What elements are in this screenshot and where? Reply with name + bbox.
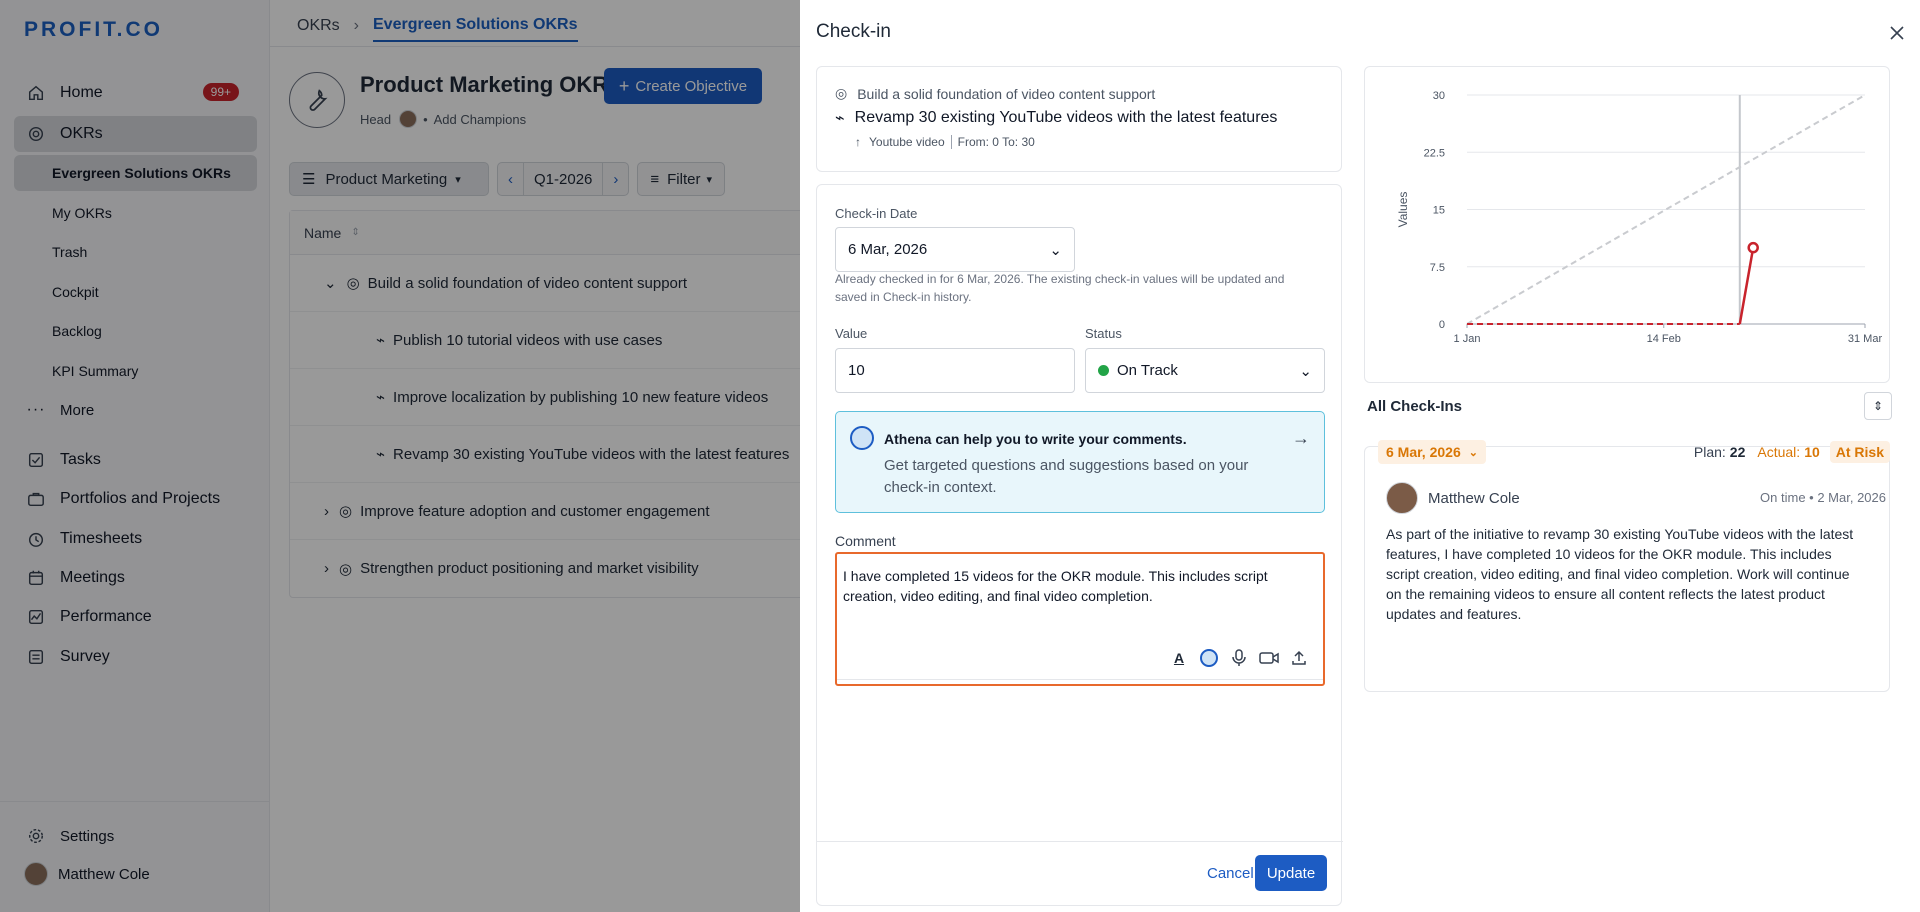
y-axis-label: Values	[1396, 192, 1410, 228]
comment-text: I have completed 15 videos for the OKR m…	[843, 568, 1268, 604]
checkin-date-select[interactable]: 6 Mar, 2026 ⌄	[835, 227, 1075, 272]
footer-divider	[817, 841, 1343, 842]
progress-chart-card: 30 22.5 15 7.5 0 1 Jan 14 Feb 31 Mar Values	[1364, 66, 1890, 383]
y-tick-label: 22.5	[1424, 147, 1445, 159]
objective-line: ◎ Build a solid foundation of video cont…	[835, 85, 1155, 102]
athena-suggestion[interactable]: Athena can help you to write your commen…	[835, 411, 1325, 513]
arrow-up-icon: ↑	[855, 135, 861, 149]
checkin-author-name: Matthew Cole	[1428, 489, 1520, 507]
checkin-hint: Already checked in for 6 Mar, 2026. The …	[835, 272, 1285, 304]
from-to-range: From: 0 To: 30	[957, 135, 1035, 149]
key-result-meta: ↑ Youtube video From: 0 To: 30	[855, 135, 1035, 149]
chevron-down-icon: ⌄	[1049, 241, 1062, 259]
sort-icon[interactable]: ⇕	[1864, 392, 1892, 420]
status-dot	[1098, 365, 1109, 376]
y-tick-label: 7.5	[1430, 262, 1445, 274]
plan-label: Plan:	[1693, 444, 1726, 460]
actual-label: Actual:	[1757, 444, 1801, 460]
video-icon[interactable]	[1259, 648, 1279, 668]
chevron-down-icon: ⌄	[1299, 362, 1312, 380]
checkin-history-date: 6 Mar, 2026	[1386, 444, 1461, 460]
update-button[interactable]: Update	[1255, 855, 1327, 891]
microphone-icon[interactable]	[1229, 648, 1249, 668]
checkin-date-badge[interactable]: 6 Mar, 2026 ⌄	[1378, 440, 1486, 464]
checkin-timestamp: On time • 2 Mar, 2026	[1760, 490, 1886, 505]
comment-toolbar: A	[1169, 648, 1309, 668]
checkin-date-value: 6 Mar, 2026	[848, 241, 928, 258]
athena-subtitle: Get targeted questions and suggestions b…	[884, 457, 1249, 496]
arrow-right-icon[interactable]: →	[1292, 428, 1310, 449]
text-format-icon[interactable]: A	[1169, 648, 1189, 668]
tag-icon: ⌁	[835, 110, 845, 127]
value-text: 10	[848, 362, 865, 379]
x-tick-label: 1 Jan	[1454, 333, 1481, 345]
athena-icon	[850, 426, 874, 450]
status-label: Status	[1085, 326, 1122, 341]
x-tick-label: 31 Mar	[1848, 333, 1883, 345]
value-label: Value	[835, 326, 868, 341]
checkin-point	[1747, 241, 1759, 254]
key-result-line: ⌁ Revamp 30 existing YouTube videos with…	[835, 108, 1277, 128]
value-input[interactable]: 10	[835, 348, 1075, 393]
close-icon[interactable]	[1884, 20, 1910, 46]
progress-chart: 30 22.5 15 7.5 0 1 Jan 14 Feb 31 Mar Values	[1396, 90, 1883, 345]
chevron-down-icon: ⌄	[1468, 446, 1478, 459]
divider	[837, 679, 1323, 680]
checkin-form: Check-in Date 6 Mar, 2026 ⌄ Already chec…	[816, 184, 1343, 906]
metric-name: Youtube video	[869, 135, 945, 149]
upload-icon[interactable]	[1289, 648, 1309, 668]
modal-backdrop[interactable]	[270, 0, 800, 912]
comment-textarea[interactable]: I have completed 15 videos for the OKR m…	[835, 552, 1325, 686]
avatar	[1386, 482, 1418, 514]
plan-value: 22	[1729, 444, 1746, 460]
checkin-comment: As part of the initiative to revamp 30 e…	[1386, 526, 1854, 622]
status-badge: At Risk	[1829, 441, 1890, 463]
cancel-button[interactable]: Cancel	[1207, 855, 1254, 891]
all-checkins-title: All Check-Ins	[1367, 398, 1463, 415]
comment-label: Comment	[835, 533, 896, 549]
key-result-card: ◎ Build a solid foundation of video cont…	[816, 66, 1342, 172]
y-tick-label: 15	[1433, 205, 1445, 217]
checkin-panel: Check-in ◎ Build a solid foundation of v…	[800, 0, 1920, 912]
athena-title: Athena can help you to write your commen…	[884, 431, 1187, 447]
x-tick-label: 14 Feb	[1647, 333, 1681, 345]
modal-backdrop-sidebar[interactable]	[0, 0, 270, 912]
checkin-author: Matthew Cole	[1386, 482, 1520, 514]
checkin-date-label: Check-in Date	[835, 206, 918, 221]
objective-name: Build a solid foundation of video conten…	[857, 85, 1156, 102]
athena-icon[interactable]	[1199, 648, 1219, 668]
status-select[interactable]: On Track ⌄	[1085, 348, 1325, 393]
actual-series-segment	[1738, 247, 1755, 325]
actual-value: 10	[1804, 444, 1820, 460]
plan-actual-row: Plan: 22 Actual: 10 At Risk	[1694, 440, 1890, 464]
status-value: On Track	[1117, 362, 1178, 379]
divider	[950, 135, 952, 149]
key-result-name: Revamp 30 existing YouTube videos with t…	[854, 109, 1278, 126]
y-tick-label: 0	[1439, 319, 1445, 331]
target-icon: ◎	[835, 85, 848, 101]
panel-title: Check-in	[816, 21, 891, 42]
y-tick-label: 30	[1433, 90, 1445, 102]
